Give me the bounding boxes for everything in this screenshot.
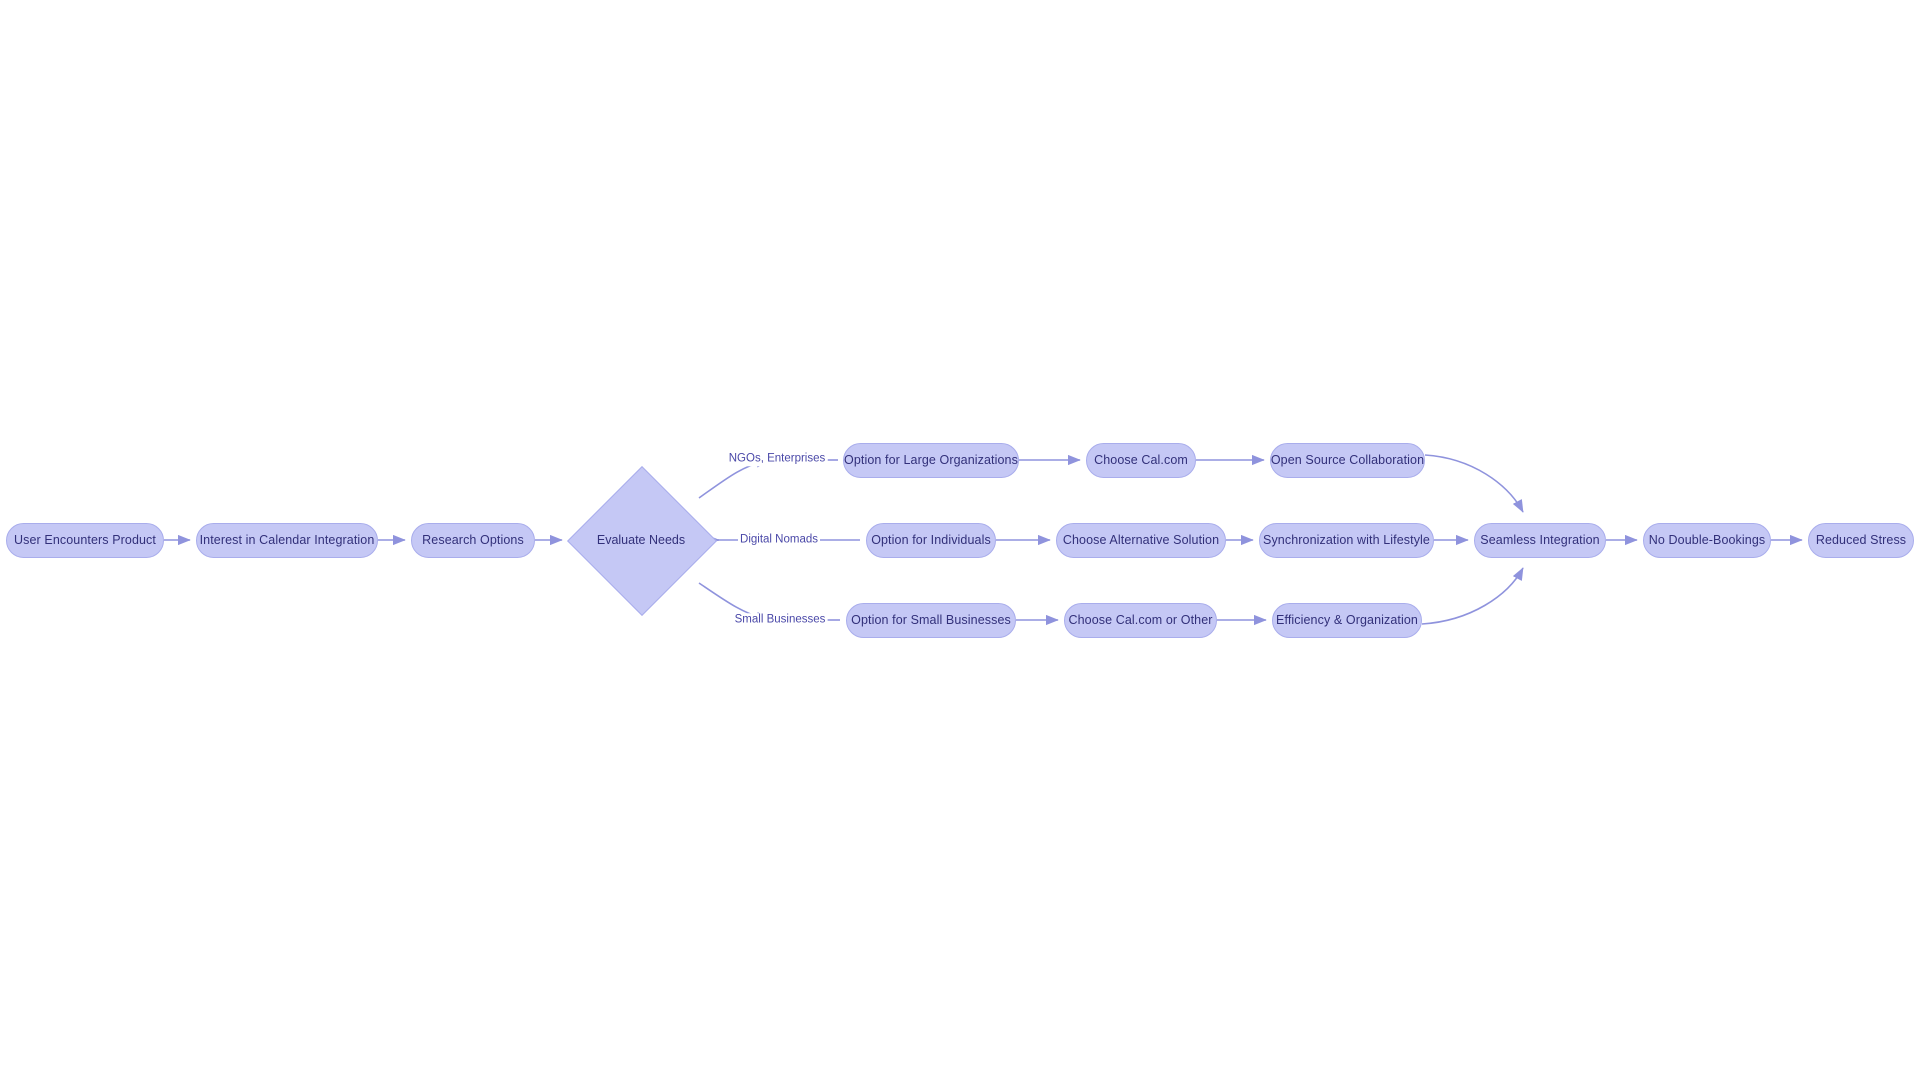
node-label: Interest in Calendar Integration xyxy=(199,533,375,548)
node-label: Efficiency & Organization xyxy=(1276,613,1418,628)
node-user-encounters-product[interactable]: User Encounters Product xyxy=(6,523,164,558)
edge-n7-n14 xyxy=(1424,454,1524,513)
node-open-source-collaboration[interactable]: Open Source Collaboration xyxy=(1270,443,1425,478)
node-evaluate-needs[interactable]: Evaluate Needs xyxy=(567,466,717,616)
node-option-for-small-businesses[interactable]: Option for Small Businesses xyxy=(846,603,1016,638)
node-label: Option for Small Businesses xyxy=(851,613,1011,628)
node-choose-calcom-or-other[interactable]: Choose Cal.com or Other xyxy=(1064,603,1217,638)
node-option-for-individuals[interactable]: Option for Individuals xyxy=(866,523,996,558)
node-efficiency-and-organization[interactable]: Efficiency & Organization xyxy=(1272,603,1422,638)
node-label: Evaluate Needs xyxy=(596,532,686,547)
node-label: Option for Individuals xyxy=(871,533,991,548)
node-label: Open Source Collaboration xyxy=(1270,453,1425,468)
node-option-for-large-organizations[interactable]: Option for Large Organizations xyxy=(843,443,1019,478)
node-choose-calcom[interactable]: Choose Cal.com xyxy=(1086,443,1196,478)
node-label: Choose Alternative Solution xyxy=(1062,533,1220,548)
edge-n13-n14 xyxy=(1421,567,1524,625)
edge-label-small-businesses: Small Businesses xyxy=(732,613,828,627)
node-label: Synchronization with Lifestyle xyxy=(1263,533,1430,548)
node-synchronization-with-lifestyle[interactable]: Synchronization with Lifestyle xyxy=(1259,523,1434,558)
node-interest-in-calendar-integration[interactable]: Interest in Calendar Integration xyxy=(196,523,378,558)
flowchart-canvas: User Encounters Product Interest in Cale… xyxy=(0,0,1920,1080)
node-seamless-integration[interactable]: Seamless Integration xyxy=(1474,523,1606,558)
node-label: Choose Cal.com xyxy=(1094,453,1188,468)
node-label: Reduced Stress xyxy=(1815,533,1907,548)
edge-label-ngos-enterprises: NGOs, Enterprises xyxy=(726,452,828,466)
node-label: Research Options xyxy=(422,533,524,548)
node-no-double-bookings[interactable]: No Double-Bookings xyxy=(1643,523,1771,558)
node-label: Choose Cal.com or Other xyxy=(1068,613,1213,628)
node-label: Seamless Integration xyxy=(1480,533,1600,548)
node-research-options[interactable]: Research Options xyxy=(411,523,535,558)
node-label: Option for Large Organizations xyxy=(844,453,1018,468)
node-choose-alternative-solution[interactable]: Choose Alternative Solution xyxy=(1056,523,1226,558)
node-reduced-stress[interactable]: Reduced Stress xyxy=(1808,523,1914,558)
node-label: User Encounters Product xyxy=(14,533,156,548)
edge-label-digital-nomads: Digital Nomads xyxy=(738,533,820,547)
node-label: No Double-Bookings xyxy=(1648,533,1766,548)
